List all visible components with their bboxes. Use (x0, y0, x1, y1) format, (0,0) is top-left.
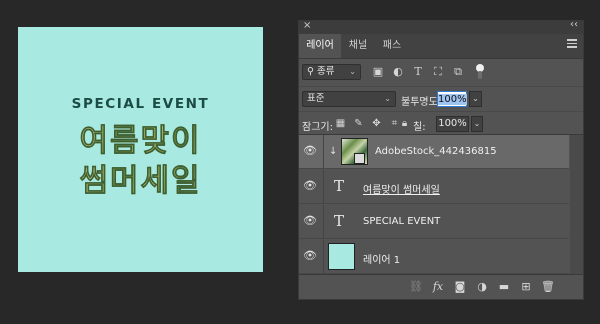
eye-icon[interactable]: 👁︎ (303, 249, 317, 263)
filter-kind-label: 종류 (317, 66, 335, 77)
layer-row[interactable]: 👁︎ T 여름맞이 썸머세일 (299, 170, 569, 204)
fill-input[interactable]: 100% (436, 116, 469, 132)
new-group-icon[interactable]: ▬ (497, 280, 511, 294)
add-mask-icon[interactable]: ◙ (453, 280, 467, 294)
layer-thumbnail (328, 243, 355, 270)
pixel-filter-icon[interactable]: ▣ (371, 65, 385, 79)
text-layer-icon: T (334, 212, 345, 230)
eye-icon[interactable]: 👁︎ (303, 214, 317, 228)
korean-title-line2: 썸머세일 (18, 162, 263, 200)
filter-toggle[interactable] (475, 64, 485, 80)
eye-icon[interactable]: 👁︎ (303, 179, 317, 193)
type-filter-icon[interactable]: T (411, 65, 425, 79)
tab-layers[interactable]: 레이어 (299, 34, 341, 58)
fx-icon[interactable]: fx (431, 280, 445, 294)
fill-label: 칠: (413, 122, 426, 133)
headline-text: SPECIAL EVENT (71, 96, 210, 112)
tab-paths[interactable]: 패스 (375, 34, 409, 58)
trash-icon[interactable]: 🗑︎ (541, 280, 555, 294)
blend-mode-select[interactable]: 표준 ⌄ (302, 91, 396, 107)
clipping-mask-icon: ↓ (329, 146, 338, 157)
text-layer-icon: T (334, 177, 345, 195)
lock-all-icon[interactable]: 🔒︎ (399, 118, 410, 129)
lock-position-icon[interactable]: ✥ (371, 118, 382, 129)
tab-channels[interactable]: 채널 (341, 34, 375, 58)
lock-label: 잠그기: (302, 122, 333, 133)
shape-filter-icon[interactable]: ⛶ (431, 65, 445, 79)
filter-row: ⚲ 종류 ⌄ ▣ ◐ T ⛶ ⧉ (299, 61, 583, 83)
layer-name[interactable]: SPECIAL EVENT (363, 216, 440, 227)
lock-transparency-icon[interactable]: ▦ (335, 118, 346, 129)
panel-menu-icon[interactable] (567, 39, 577, 50)
layers-toolbar: ⛓ fx ◙ ◑ ▬ ⊞ 🗑︎ (299, 274, 583, 300)
opacity-label: 불투명도: (401, 97, 442, 108)
layer-name[interactable]: 여름맞이 썸머세일 (363, 181, 440, 196)
collapse-icon[interactable]: ‹‹ (570, 19, 578, 30)
adjustment-filter-icon[interactable]: ◐ (391, 65, 405, 79)
opacity-input[interactable]: 100% (437, 91, 467, 107)
blend-mode-value: 표준 (307, 93, 325, 104)
chevron-down-icon: ⌄ (349, 67, 356, 76)
fill-dropdown-icon[interactable]: ⌄ (471, 116, 483, 132)
adjustment-layer-icon[interactable]: ◑ (475, 280, 489, 294)
layer-name[interactable]: 레이어 1 (363, 251, 400, 266)
lock-row: 잠그기: ▦ ✎ ✥ ⌗ 🔒︎ 칠: 100% ⌄ (299, 111, 583, 134)
opacity-value: 100% (438, 94, 467, 105)
layer-row[interactable]: 👁︎ 레이어 1 (299, 240, 569, 274)
new-layer-icon[interactable]: ⊞ (519, 280, 533, 294)
search-icon: ⚲ (307, 66, 314, 77)
scrollbar[interactable] (570, 135, 583, 275)
layer-name[interactable]: AdobeStock_442436815 (375, 146, 497, 157)
opacity-dropdown-icon[interactable]: ⌄ (469, 91, 482, 107)
eye-icon[interactable]: 👁︎ (303, 144, 317, 158)
smart-object-filter-icon[interactable]: ⧉ (451, 65, 465, 79)
filter-kind-select[interactable]: ⚲ 종류 ⌄ (302, 64, 361, 80)
blend-row: 표준 ⌄ 불투명도: 100% ⌄ (299, 86, 583, 109)
chevron-down-icon: ⌄ (384, 94, 391, 103)
panel-tabs: 레이어 채널 패스 (299, 34, 583, 59)
document-canvas[interactable]: SPECIAL EVENT 여름맞이 썸머세일 (18, 27, 263, 272)
layers-panel: × ‹‹ 레이어 채널 패스 ⚲ 종류 ⌄ ▣ ◐ T ⛶ ⧉ 표준 ⌄ 불투명… (298, 19, 584, 300)
layers-list: 👁︎ ↓ AdobeStock_442436815 👁︎ T 여름맞이 썸머세일… (299, 134, 583, 275)
smart-object-icon (354, 153, 365, 164)
panel-titlebar: × ‹‹ (299, 19, 583, 34)
close-icon[interactable]: × (303, 20, 311, 31)
lock-image-icon[interactable]: ✎ (353, 118, 364, 129)
layer-row[interactable]: 👁︎ T SPECIAL EVENT (299, 205, 569, 239)
layer-row[interactable]: 👁︎ ↓ AdobeStock_442436815 (299, 135, 569, 169)
link-layers-icon[interactable]: ⛓ (409, 280, 423, 294)
korean-title-line1: 여름맞이 (18, 122, 263, 160)
